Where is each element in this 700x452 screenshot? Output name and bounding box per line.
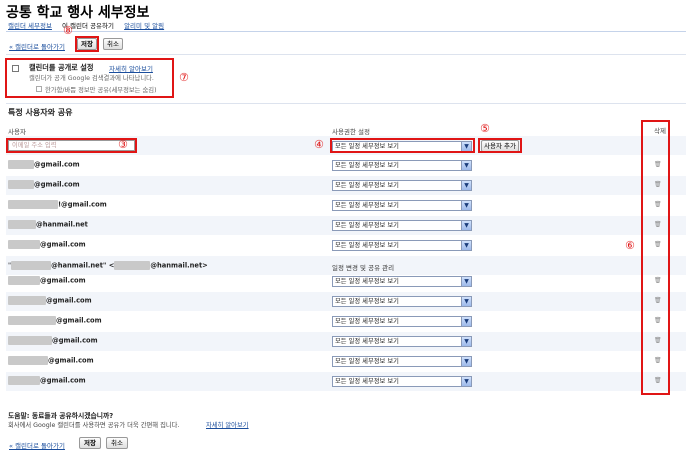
annotation-4: ④ (314, 138, 324, 151)
permission-select-value: 모든 일정 세부정보 보기 (335, 242, 399, 249)
redacted-name (8, 240, 40, 249)
permission-select[interactable]: 모든 일정 세부정보 보기 ▼ (332, 240, 472, 251)
chevron-down-icon: ▼ (461, 221, 471, 230)
user-email: @gmail.com (8, 160, 80, 169)
permission-select-value: 모든 일정 세부정보 보기 (335, 298, 399, 305)
annotation-5: ⑤ (480, 122, 490, 135)
chevron-down-icon: ▼ (461, 181, 471, 190)
redacted-name (8, 180, 34, 189)
permission-select[interactable]: 모든 일정 세부정보 보기 ▼ (332, 336, 472, 347)
tabs-divider (6, 31, 686, 32)
col-header-permission: 사용권한 설정 (332, 128, 370, 136)
annotation-8: ⑧ (63, 24, 73, 37)
help-learn-more-link[interactable]: 자세히 알아보기 (206, 420, 249, 429)
chevron-down-icon: ▼ (461, 377, 471, 386)
save-button-bottom[interactable]: 저장 (79, 437, 101, 449)
user-email: @gmail.com (8, 316, 102, 325)
redacted-name (8, 296, 46, 305)
user-email: @gmail.com (8, 356, 94, 365)
permission-select[interactable]: 모든 일정 세부정보 보기 ▼ (332, 276, 472, 287)
redacted-name (8, 316, 56, 325)
redacted-name (8, 276, 40, 285)
chevron-down-icon: ▼ (461, 241, 471, 250)
user-email: !@gmail.com (8, 200, 107, 209)
redacted-name (8, 160, 34, 169)
permission-select[interactable]: 모든 일정 세부정보 보기 ▼ (332, 376, 472, 387)
help-title: 도움말: 동료들과 공유하시겠습니까? (8, 412, 114, 420)
tab-calendar-details[interactable]: 캘린더 세부정보 (8, 22, 52, 30)
user-email: @hanmail.net (8, 220, 88, 229)
permission-select-value: 모든 일정 세부정보 보기 (335, 222, 399, 229)
annotation-3: ③ (118, 138, 128, 151)
annotation-box-delete (641, 120, 670, 395)
user-email: @gmail.com (8, 336, 98, 345)
user-email: @gmail.com (8, 296, 92, 305)
redacted-name (8, 220, 36, 229)
redacted-name (11, 261, 52, 270)
permission-select-value: 모든 일정 세부정보 보기 (335, 162, 399, 169)
annotation-box-add-user (478, 138, 522, 153)
tab-bar: 캘린더 세부정보 이 캘린더 공유하기 알리미 및 알림 (8, 20, 172, 30)
col-header-user: 사용자 (8, 128, 26, 136)
cancel-button[interactable]: 취소 (103, 38, 123, 50)
user-email: @gmail.com (8, 376, 86, 385)
chevron-down-icon: ▼ (461, 297, 471, 306)
annotation-box-save (75, 36, 99, 52)
redacted-name (8, 336, 52, 345)
divider (6, 103, 686, 104)
permission-select-value: 모든 일정 세부정보 보기 (335, 358, 399, 365)
permission-select-value: 모든 일정 세부정보 보기 (335, 202, 399, 209)
chevron-down-icon: ▼ (461, 277, 471, 286)
permission-select[interactable]: 모든 일정 세부정보 보기 ▼ (332, 356, 472, 367)
annotation-7: ⑦ (179, 71, 189, 84)
permission-select[interactable]: 모든 일정 세부정보 보기 ▼ (332, 296, 472, 307)
permission-select-value: 모든 일정 세부정보 보기 (335, 278, 399, 285)
share-section-title: 특정 사용자와 공유 (8, 108, 73, 117)
user-email: " @hanmail.net" < @hanmail.net> (8, 261, 208, 270)
permission-select[interactable]: 모든 일정 세부정보 보기 ▼ (332, 220, 472, 231)
chevron-down-icon: ▼ (461, 317, 471, 326)
help-text: 회사에서 Google 캘린더를 사용하면 공유가 더욱 간편해 집니다. (8, 422, 180, 429)
permission-select[interactable]: 모든 일정 세부정보 보기 ▼ (332, 160, 472, 171)
chevron-down-icon: ▼ (461, 161, 471, 170)
redacted-name (8, 376, 40, 385)
divider (6, 54, 686, 55)
user-email: @gmail.com (8, 240, 86, 249)
annotation-box-permission (330, 138, 475, 153)
permission-text-owner: 일정 변경 및 공유 관리 (332, 264, 395, 272)
annotation-6: ⑥ (625, 239, 635, 252)
back-to-calendar-link[interactable]: « 캘린더로 돌아가기 (9, 41, 65, 51)
page-title: 공통 학교 행사 세부정보 (6, 5, 150, 21)
redacted-name (114, 261, 151, 270)
chevron-down-icon: ▼ (461, 201, 471, 210)
annotation-box-public (5, 58, 174, 98)
permission-select-value: 모든 일정 세부정보 보기 (335, 378, 399, 385)
permission-select[interactable]: 모든 일정 세부정보 보기 ▼ (332, 200, 472, 211)
permission-select-value: 모든 일정 세부정보 보기 (335, 338, 399, 345)
chevron-down-icon: ▼ (461, 337, 471, 346)
cancel-button-bottom[interactable]: 취소 (106, 437, 128, 449)
user-email: @gmail.com (8, 276, 86, 285)
tab-reminders[interactable]: 알리미 및 알림 (124, 22, 164, 30)
user-email: @gmail.com (8, 180, 80, 189)
chevron-down-icon: ▼ (461, 357, 471, 366)
redacted-name (8, 200, 58, 209)
redacted-name (8, 356, 48, 365)
permission-select[interactable]: 모든 일정 세부정보 보기 ▼ (332, 316, 472, 327)
permission-select[interactable]: 모든 일정 세부정보 보기 ▼ (332, 180, 472, 191)
back-to-calendar-link-bottom[interactable]: « 캘린더로 돌아가기 (9, 440, 65, 450)
permission-select-value: 모든 일정 세부정보 보기 (335, 318, 399, 325)
permission-select-value: 모든 일정 세부정보 보기 (335, 182, 399, 189)
